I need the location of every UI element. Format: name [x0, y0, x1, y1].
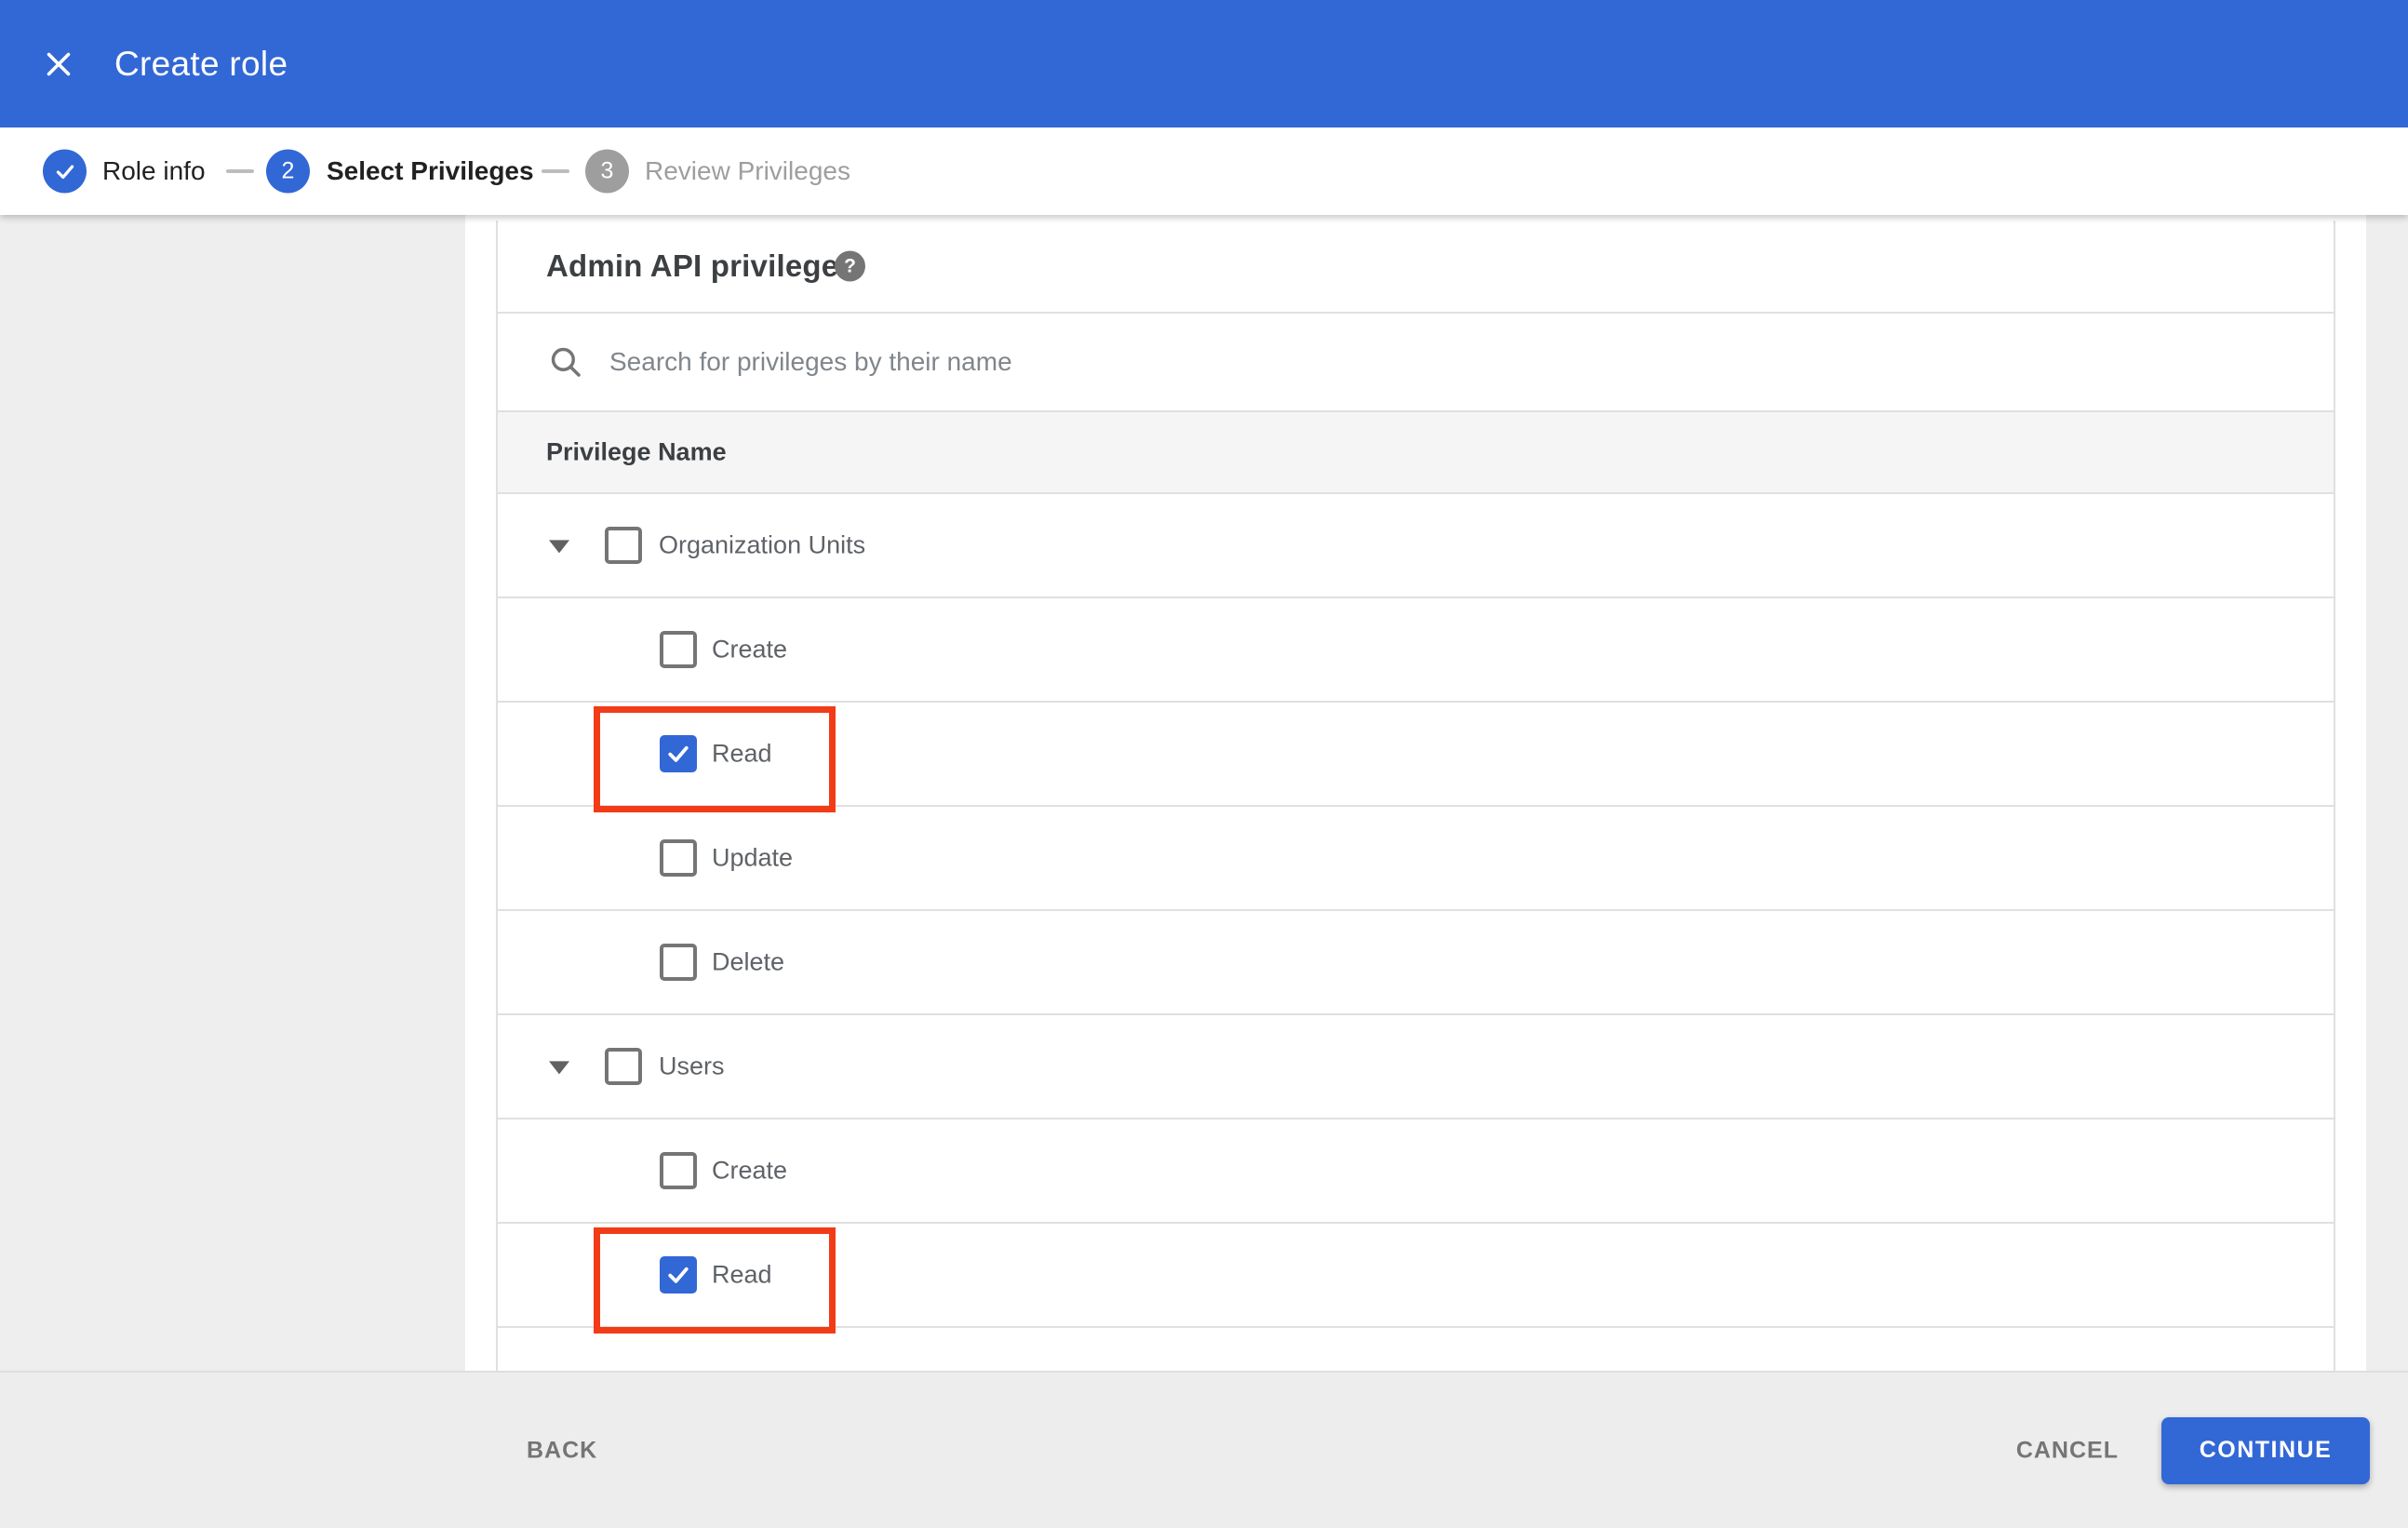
privilege-label: Create	[712, 1156, 788, 1185]
privilege-label: Read	[712, 1260, 772, 1289]
dialog-body: Admin API privileges ? Privilege Name	[0, 215, 2408, 1371]
table-header-row: Privilege Name	[498, 412, 2334, 494]
privilege-label: Create	[712, 635, 788, 663]
step-2-number: 2	[281, 157, 295, 184]
step-1-circle[interactable]	[43, 149, 87, 194]
checkbox-ou-read[interactable]	[660, 735, 697, 772]
step-3-number: 3	[600, 157, 614, 184]
close-icon	[42, 47, 75, 81]
check-icon	[664, 740, 692, 768]
step-select-privileges[interactable]: Select Privileges	[327, 156, 534, 186]
partial-row	[498, 1328, 2334, 1369]
admin-api-privileges-title: Admin API privileges	[546, 248, 856, 283]
step-review-privileges[interactable]: Review Privileges	[645, 156, 850, 186]
privilege-label: Update	[712, 843, 794, 872]
continue-button[interactable]: CONTINUE	[2161, 1416, 2370, 1484]
privilege-row-ou-delete: Delete	[498, 911, 2334, 1015]
checkbox-organization-units[interactable]	[605, 527, 642, 564]
step-connector	[542, 169, 569, 173]
checkbox-ou-delete[interactable]	[660, 944, 697, 981]
search-icon	[546, 342, 585, 382]
privilege-row-ou-update: Update	[498, 807, 2334, 911]
collapse-caret-icon[interactable]	[549, 540, 569, 554]
privilege-label: Read	[712, 739, 772, 768]
privilege-row-ou-create: Create	[498, 598, 2334, 703]
close-button[interactable]	[39, 45, 78, 84]
search-row	[498, 314, 2334, 412]
dialog-footer: BACK CANCEL CONTINUE	[0, 1371, 2408, 1528]
privilege-row-users-read: Read	[498, 1224, 2334, 1334]
back-button[interactable]: BACK	[527, 1437, 597, 1464]
checkbox-users[interactable]	[605, 1048, 642, 1085]
checkbox-ou-create[interactable]	[660, 631, 697, 668]
column-header-privilege-name: Privilege Name	[546, 437, 727, 466]
help-icon[interactable]: ?	[835, 250, 865, 282]
step-role-info[interactable]: Role info	[102, 156, 206, 186]
search-input[interactable]	[609, 314, 2191, 410]
privilege-row-ou-read: Read	[498, 703, 2334, 812]
check-icon	[53, 159, 77, 183]
privilege-label: Users	[659, 1052, 725, 1080]
privilege-label: Delete	[712, 947, 785, 976]
privileges-table: Admin API privileges ? Privilege Name	[496, 221, 2335, 1371]
checkbox-users-read[interactable]	[660, 1256, 697, 1293]
step-connector	[226, 169, 254, 173]
collapse-caret-icon[interactable]	[549, 1061, 569, 1075]
section-title-row: Admin API privileges ?	[498, 221, 2334, 314]
cancel-button[interactable]: CANCEL	[2016, 1437, 2119, 1464]
create-role-dialog: Create role Role info 2 Select Privilege…	[0, 0, 2408, 1528]
step-2-circle[interactable]: 2	[266, 149, 310, 194]
dialog-header: Create role	[0, 0, 2408, 127]
checkbox-ou-update[interactable]	[660, 839, 697, 877]
step-3-circle[interactable]: 3	[585, 149, 629, 194]
privilege-row-organization-units: Organization Units	[498, 494, 2334, 598]
privilege-row-users: Users	[498, 1015, 2334, 1119]
privilege-label: Organization Units	[659, 530, 866, 559]
dialog-title: Create role	[114, 44, 288, 83]
check-icon	[664, 1261, 692, 1289]
wizard-stepper: Role info 2 Select Privileges 3 Review P…	[0, 127, 2408, 215]
privilege-row-users-create: Create	[498, 1119, 2334, 1224]
checkbox-users-create[interactable]	[660, 1152, 697, 1189]
